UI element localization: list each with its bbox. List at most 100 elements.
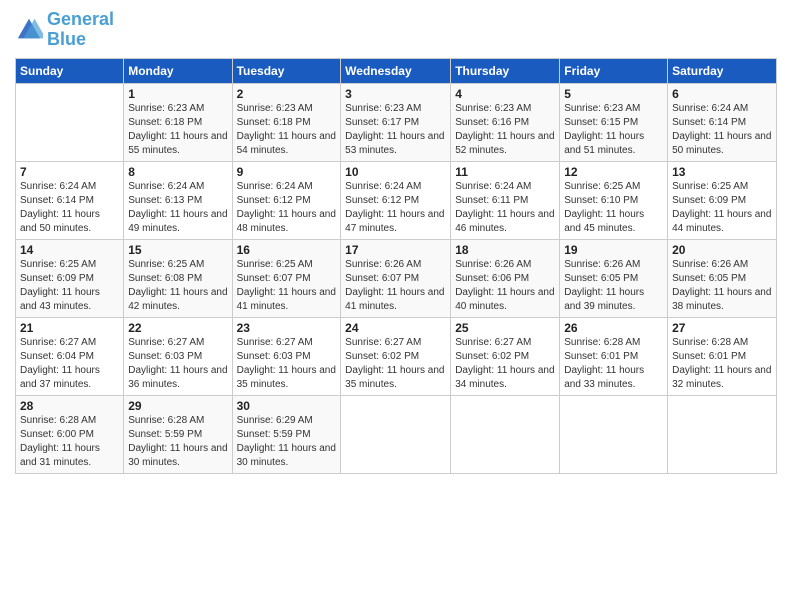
week-row-3: 21Sunrise: 6:27 AMSunset: 6:04 PMDayligh…: [16, 317, 777, 395]
day-number: 19: [564, 243, 663, 257]
day-number: 18: [455, 243, 555, 257]
header-cell-friday: Friday: [560, 58, 668, 83]
day-info: Sunrise: 6:27 AMSunset: 6:03 PMDaylight:…: [128, 336, 227, 392]
logo: General Blue: [15, 10, 114, 50]
day-number: 23: [237, 321, 337, 335]
day-cell: 13Sunrise: 6:25 AMSunset: 6:09 PMDayligh…: [668, 161, 777, 239]
day-cell: 23Sunrise: 6:27 AMSunset: 6:03 PMDayligh…: [232, 317, 341, 395]
day-info: Sunrise: 6:24 AMSunset: 6:14 PMDaylight:…: [20, 180, 119, 236]
day-info: Sunrise: 6:28 AMSunset: 6:01 PMDaylight:…: [564, 336, 663, 392]
calendar-body: 1Sunrise: 6:23 AMSunset: 6:18 PMDaylight…: [16, 83, 777, 473]
day-number: 29: [128, 399, 227, 413]
day-number: 24: [345, 321, 446, 335]
day-number: 26: [564, 321, 663, 335]
day-number: 2: [237, 87, 337, 101]
week-row-4: 28Sunrise: 6:28 AMSunset: 6:00 PMDayligh…: [16, 395, 777, 473]
day-cell: 11Sunrise: 6:24 AMSunset: 6:11 PMDayligh…: [451, 161, 560, 239]
day-cell: 4Sunrise: 6:23 AMSunset: 6:16 PMDaylight…: [451, 83, 560, 161]
day-cell: 18Sunrise: 6:26 AMSunset: 6:06 PMDayligh…: [451, 239, 560, 317]
day-info: Sunrise: 6:23 AMSunset: 6:16 PMDaylight:…: [455, 102, 555, 158]
header-cell-thursday: Thursday: [451, 58, 560, 83]
header-cell-saturday: Saturday: [668, 58, 777, 83]
day-number: 5: [564, 87, 663, 101]
day-cell: [451, 395, 560, 473]
day-cell: 16Sunrise: 6:25 AMSunset: 6:07 PMDayligh…: [232, 239, 341, 317]
day-info: Sunrise: 6:23 AMSunset: 6:18 PMDaylight:…: [128, 102, 227, 158]
day-cell: 17Sunrise: 6:26 AMSunset: 6:07 PMDayligh…: [341, 239, 451, 317]
day-cell: 21Sunrise: 6:27 AMSunset: 6:04 PMDayligh…: [16, 317, 124, 395]
day-number: 6: [672, 87, 772, 101]
header-row: SundayMondayTuesdayWednesdayThursdayFrid…: [16, 58, 777, 83]
calendar-header: SundayMondayTuesdayWednesdayThursdayFrid…: [16, 58, 777, 83]
day-cell: 8Sunrise: 6:24 AMSunset: 6:13 PMDaylight…: [124, 161, 232, 239]
day-cell: 25Sunrise: 6:27 AMSunset: 6:02 PMDayligh…: [451, 317, 560, 395]
day-number: 1: [128, 87, 227, 101]
logo-text: General Blue: [47, 10, 114, 50]
day-number: 11: [455, 165, 555, 179]
day-cell: 14Sunrise: 6:25 AMSunset: 6:09 PMDayligh…: [16, 239, 124, 317]
day-number: 3: [345, 87, 446, 101]
day-number: 25: [455, 321, 555, 335]
day-cell: [668, 395, 777, 473]
week-row-1: 7Sunrise: 6:24 AMSunset: 6:14 PMDaylight…: [16, 161, 777, 239]
day-info: Sunrise: 6:27 AMSunset: 6:04 PMDaylight:…: [20, 336, 119, 392]
day-number: 17: [345, 243, 446, 257]
day-cell: 9Sunrise: 6:24 AMSunset: 6:12 PMDaylight…: [232, 161, 341, 239]
day-cell: 5Sunrise: 6:23 AMSunset: 6:15 PMDaylight…: [560, 83, 668, 161]
day-info: Sunrise: 6:27 AMSunset: 6:02 PMDaylight:…: [345, 336, 446, 392]
day-cell: [341, 395, 451, 473]
day-info: Sunrise: 6:26 AMSunset: 6:05 PMDaylight:…: [564, 258, 663, 314]
day-info: Sunrise: 6:24 AMSunset: 6:13 PMDaylight:…: [128, 180, 227, 236]
day-info: Sunrise: 6:28 AMSunset: 5:59 PMDaylight:…: [128, 414, 227, 470]
day-info: Sunrise: 6:26 AMSunset: 6:07 PMDaylight:…: [345, 258, 446, 314]
day-cell: 1Sunrise: 6:23 AMSunset: 6:18 PMDaylight…: [124, 83, 232, 161]
day-cell: 26Sunrise: 6:28 AMSunset: 6:01 PMDayligh…: [560, 317, 668, 395]
week-row-2: 14Sunrise: 6:25 AMSunset: 6:09 PMDayligh…: [16, 239, 777, 317]
day-cell: 29Sunrise: 6:28 AMSunset: 5:59 PMDayligh…: [124, 395, 232, 473]
day-number: 20: [672, 243, 772, 257]
day-cell: 12Sunrise: 6:25 AMSunset: 6:10 PMDayligh…: [560, 161, 668, 239]
day-info: Sunrise: 6:23 AMSunset: 6:18 PMDaylight:…: [237, 102, 337, 158]
day-number: 27: [672, 321, 772, 335]
logo-icon: [15, 16, 43, 44]
day-number: 9: [237, 165, 337, 179]
day-number: 12: [564, 165, 663, 179]
day-cell: 7Sunrise: 6:24 AMSunset: 6:14 PMDaylight…: [16, 161, 124, 239]
day-cell: 6Sunrise: 6:24 AMSunset: 6:14 PMDaylight…: [668, 83, 777, 161]
day-number: 30: [237, 399, 337, 413]
day-info: Sunrise: 6:26 AMSunset: 6:05 PMDaylight:…: [672, 258, 772, 314]
day-cell: 27Sunrise: 6:28 AMSunset: 6:01 PMDayligh…: [668, 317, 777, 395]
day-cell: 19Sunrise: 6:26 AMSunset: 6:05 PMDayligh…: [560, 239, 668, 317]
calendar-table: SundayMondayTuesdayWednesdayThursdayFrid…: [15, 58, 777, 474]
header-cell-sunday: Sunday: [16, 58, 124, 83]
day-number: 16: [237, 243, 337, 257]
day-info: Sunrise: 6:28 AMSunset: 6:00 PMDaylight:…: [20, 414, 119, 470]
day-number: 22: [128, 321, 227, 335]
day-info: Sunrise: 6:27 AMSunset: 6:02 PMDaylight:…: [455, 336, 555, 392]
day-cell: 3Sunrise: 6:23 AMSunset: 6:17 PMDaylight…: [341, 83, 451, 161]
day-info: Sunrise: 6:23 AMSunset: 6:17 PMDaylight:…: [345, 102, 446, 158]
day-cell: 24Sunrise: 6:27 AMSunset: 6:02 PMDayligh…: [341, 317, 451, 395]
day-cell: 2Sunrise: 6:23 AMSunset: 6:18 PMDaylight…: [232, 83, 341, 161]
header-cell-tuesday: Tuesday: [232, 58, 341, 83]
header-cell-wednesday: Wednesday: [341, 58, 451, 83]
day-info: Sunrise: 6:26 AMSunset: 6:06 PMDaylight:…: [455, 258, 555, 314]
day-info: Sunrise: 6:25 AMSunset: 6:09 PMDaylight:…: [20, 258, 119, 314]
day-info: Sunrise: 6:25 AMSunset: 6:10 PMDaylight:…: [564, 180, 663, 236]
day-info: Sunrise: 6:25 AMSunset: 6:08 PMDaylight:…: [128, 258, 227, 314]
day-info: Sunrise: 6:28 AMSunset: 6:01 PMDaylight:…: [672, 336, 772, 392]
day-cell: [16, 83, 124, 161]
day-info: Sunrise: 6:24 AMSunset: 6:12 PMDaylight:…: [345, 180, 446, 236]
day-info: Sunrise: 6:29 AMSunset: 5:59 PMDaylight:…: [237, 414, 337, 470]
day-number: 13: [672, 165, 772, 179]
day-info: Sunrise: 6:27 AMSunset: 6:03 PMDaylight:…: [237, 336, 337, 392]
page: General Blue SundayMondayTuesdayWednesda…: [0, 0, 792, 612]
day-number: 15: [128, 243, 227, 257]
header-cell-monday: Monday: [124, 58, 232, 83]
day-number: 28: [20, 399, 119, 413]
header: General Blue: [15, 10, 777, 50]
day-number: 21: [20, 321, 119, 335]
day-cell: 20Sunrise: 6:26 AMSunset: 6:05 PMDayligh…: [668, 239, 777, 317]
week-row-0: 1Sunrise: 6:23 AMSunset: 6:18 PMDaylight…: [16, 83, 777, 161]
day-cell: 22Sunrise: 6:27 AMSunset: 6:03 PMDayligh…: [124, 317, 232, 395]
